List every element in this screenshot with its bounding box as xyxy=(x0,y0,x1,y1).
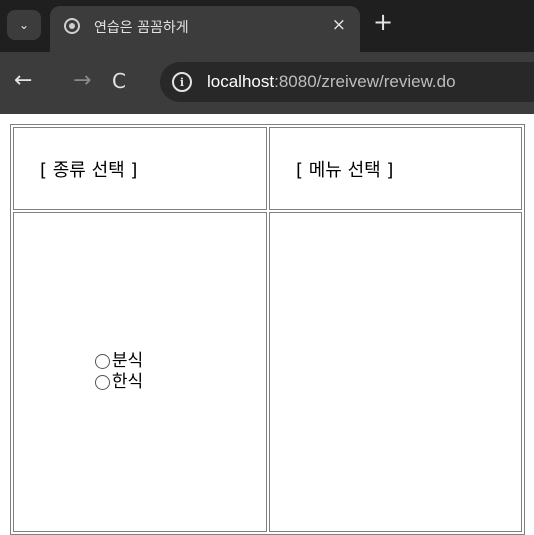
forward-button[interactable]: → xyxy=(73,68,91,93)
tab-title: 연습은 꼼꼼하게 xyxy=(94,20,189,36)
browser-tab[interactable]: 연습은 꼼꼼하게 × xyxy=(50,6,360,52)
radio-label: 분식 xyxy=(111,351,144,371)
site-info-icon[interactable]: i xyxy=(172,72,192,92)
radio-option-bunsik[interactable]: 분식 xyxy=(0,351,266,372)
menu-options-cell xyxy=(269,212,522,532)
layout-table: [ 종류 선택 ] [ 메뉴 선택 ] 분식 한식 xyxy=(10,124,525,535)
radio-option-hansik[interactable]: 한식 xyxy=(0,372,266,393)
tab-close-icon[interactable]: × xyxy=(332,15,346,35)
category-header: [ 종류 선택 ] xyxy=(13,127,267,210)
tab-search-button[interactable]: ⌄ xyxy=(7,10,41,40)
globe-icon xyxy=(64,18,80,34)
page-content: [ 종류 선택 ] [ 메뉴 선택 ] 분식 한식 xyxy=(0,114,534,535)
url-host: localhost xyxy=(207,72,275,91)
tab-strip: ⌄ 연습은 꼼꼼하게 × + xyxy=(0,0,534,52)
category-options-cell: 분식 한식 xyxy=(13,212,267,532)
menu-header-text: [ 메뉴 선택 ] xyxy=(296,159,394,181)
menu-header: [ 메뉴 선택 ] xyxy=(269,127,522,210)
radio-button[interactable] xyxy=(94,354,110,369)
new-tab-button[interactable]: + xyxy=(373,8,393,36)
url-text[interactable]: localhost:8080/zreivew/review.do xyxy=(207,72,456,92)
radio-button[interactable] xyxy=(94,375,110,390)
back-button[interactable]: ← xyxy=(14,68,32,93)
reload-button[interactable]: C xyxy=(112,69,126,93)
url-path: :8080/zreivew/review.do xyxy=(274,72,456,91)
radio-label: 한식 xyxy=(111,372,144,392)
address-bar[interactable]: i localhost:8080/zreivew/review.do xyxy=(160,62,534,102)
browser-toolbar: ← → C i localhost:8080/zreivew/review.do xyxy=(0,52,534,114)
category-header-text: [ 종류 선택 ] xyxy=(40,159,138,181)
